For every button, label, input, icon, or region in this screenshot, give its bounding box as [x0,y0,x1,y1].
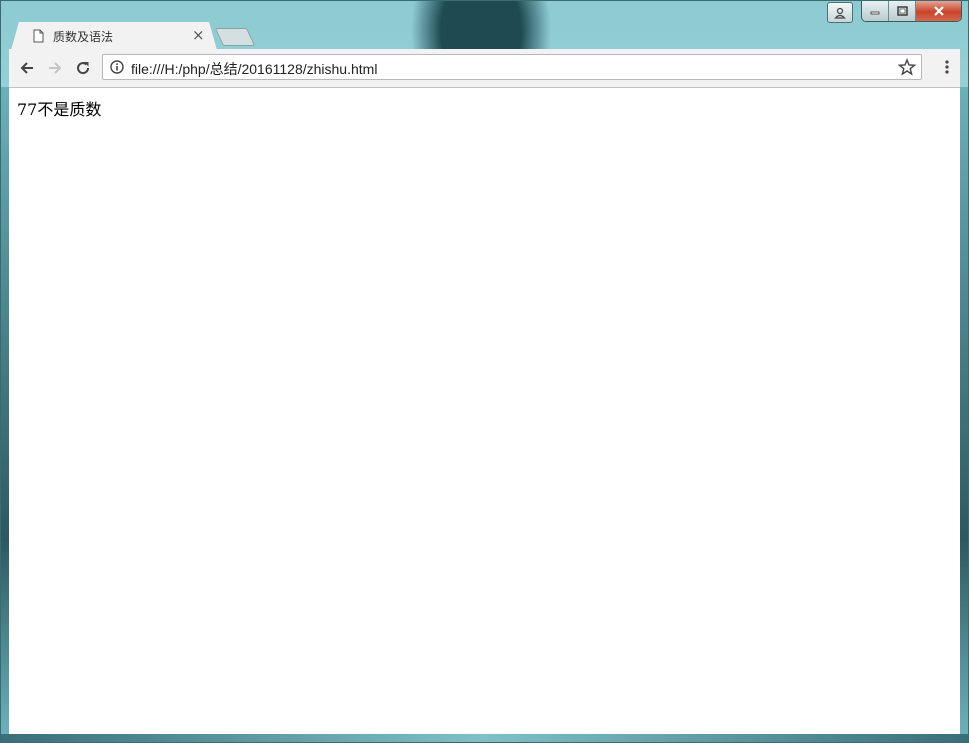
result-text: 77不是质数 [17,100,102,119]
close-icon [933,6,944,16]
page-content: 77不是质数 [9,88,960,734]
reload-button[interactable] [73,58,93,78]
browser-window: 质数及语法 × file:///H:/php/总结/20161128/zhish… [0,0,969,743]
more-vertical-icon [945,60,949,74]
tab-title: 质数及语法 [53,30,114,44]
back-button[interactable] [17,58,37,78]
forward-button[interactable] [45,58,65,78]
maximize-button[interactable] [889,1,916,21]
window-border-bottom [1,734,968,742]
info-icon[interactable] [110,60,124,74]
arrow-left-icon [20,62,33,74]
reload-icon [77,62,90,75]
menu-button[interactable] [944,59,950,79]
browser-toolbar: file:///H:/php/总结/20161128/zhishu.html [9,49,960,88]
bookmark-star-icon[interactable] [898,58,916,76]
window-border-right [960,87,968,734]
address-bar[interactable]: file:///H:/php/总结/20161128/zhishu.html [102,54,922,80]
arrow-right-icon [49,62,62,74]
profile-button[interactable] [827,2,853,23]
tab-close-button[interactable]: × [192,26,205,44]
minimize-button[interactable] [862,1,889,21]
tab-active[interactable]: 质数及语法 × [11,22,217,50]
document-icon [33,29,44,43]
window-controls [861,1,962,22]
maximize-icon [896,6,908,16]
url-text[interactable]: file:///H:/php/总结/20161128/zhishu.html [131,59,377,79]
close-window-button[interactable] [916,1,961,21]
minimize-icon [870,11,880,15]
user-icon [834,7,846,19]
window-border-left [1,87,9,734]
new-tab-button[interactable] [214,28,256,46]
